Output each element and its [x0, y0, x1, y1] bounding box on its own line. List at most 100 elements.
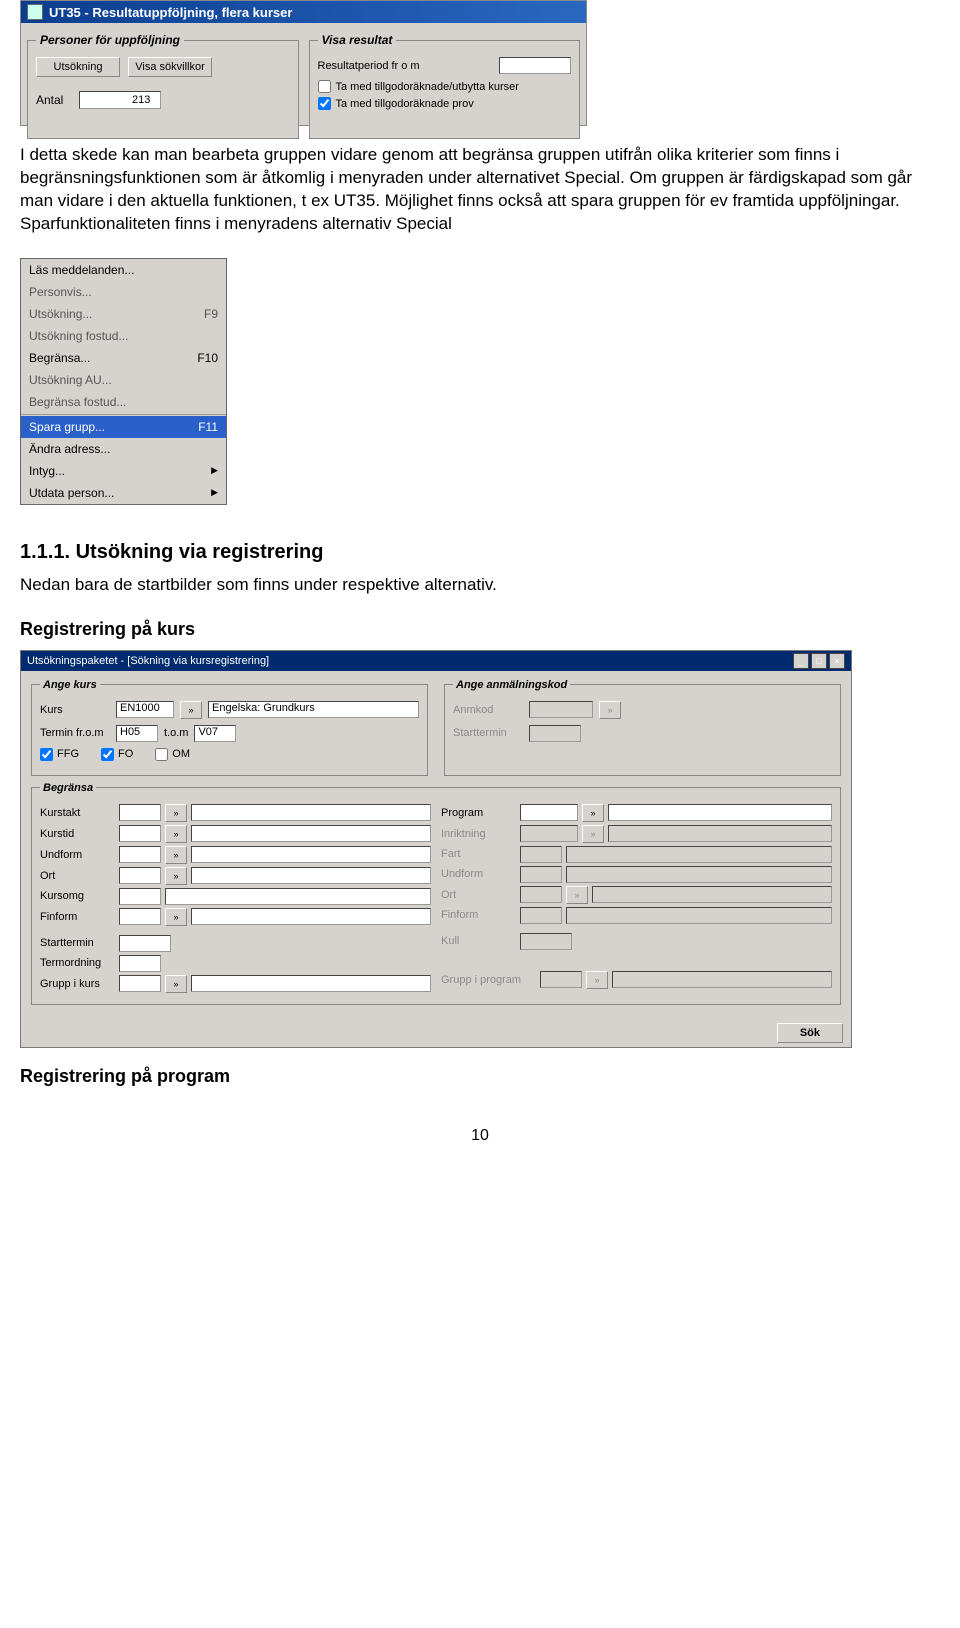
gruppiprogram-label: Grupp i program: [441, 974, 536, 986]
finform-display: [191, 908, 431, 925]
ffg-checkbox[interactable]: FFG: [40, 748, 79, 761]
lookup-button[interactable]: »: [165, 804, 187, 822]
menu-item: Personvis...: [21, 281, 226, 303]
finform2-display: [566, 907, 832, 924]
gruppikurs-display: [191, 975, 431, 992]
lookup-button[interactable]: »: [165, 867, 187, 885]
lookup-button: »: [586, 971, 608, 989]
lookup-button[interactable]: »: [165, 825, 187, 843]
program-display: [608, 804, 832, 821]
ange-kurs-fieldset: Ange kurs Kurs EN1000 » Engelska: Grundk…: [31, 679, 428, 776]
starttermin-label: Starttermin: [453, 727, 523, 739]
kurs-name-display: Engelska: Grundkurs: [208, 701, 419, 718]
undform-display: [191, 846, 431, 863]
minimize-icon[interactable]: _: [793, 653, 809, 669]
inriktning-label: Inriktning: [441, 828, 516, 840]
kurs-label: Kurs: [40, 704, 110, 716]
tillgodo-kurser-label: Ta med tillgodoräknade/utbytta kurser: [336, 81, 519, 93]
ange-anmalningskod-fieldset: Ange anmälningskod Anmkod » Starttermin: [444, 679, 841, 776]
sok-button[interactable]: Sök: [777, 1023, 843, 1043]
ort2-input: [520, 886, 562, 903]
visa-resultat-legend: Visa resultat: [318, 33, 397, 47]
antal-label: Antal: [36, 93, 63, 107]
menu-item: Utsökning fostud...: [21, 325, 226, 347]
window-title: UT35 - Resultatuppföljning, flera kurser: [49, 5, 292, 20]
kurstid-input[interactable]: [119, 825, 161, 842]
anmkod-lookup-button: »: [599, 701, 621, 719]
submenu-arrow-icon: ▶: [211, 465, 218, 476]
heading-regkurs: Registrering på kurs: [20, 619, 940, 640]
resultatperiod-input[interactable]: [499, 57, 571, 74]
fart-display: [566, 846, 832, 863]
close-icon[interactable]: ×: [829, 653, 845, 669]
inriktning-input: [520, 825, 578, 842]
tillgodo-prov-label: Ta med tillgodoräknade prov: [336, 98, 474, 110]
submenu-arrow-icon: ▶: [211, 487, 218, 498]
undform2-display: [566, 866, 832, 883]
program-input[interactable]: [520, 804, 578, 821]
inriktning-display: [608, 825, 832, 842]
finform-label: Finform: [40, 911, 115, 923]
resultatperiod-label: Resultatperiod fr o m: [318, 60, 500, 72]
visa-sokvillkor-button[interactable]: Visa sökvillkor: [128, 57, 212, 77]
maximize-icon[interactable]: □: [811, 653, 827, 669]
menu-item[interactable]: Begränsa...F10: [21, 347, 226, 369]
ort2-label: Ort: [441, 889, 516, 901]
tillgodo-kurser-checkbox[interactable]: [318, 80, 331, 93]
tillgodo-prov-checkbox[interactable]: [318, 97, 331, 110]
ort-input[interactable]: [119, 867, 161, 884]
termin-tom-label: t.o.m: [164, 727, 188, 739]
menu-item[interactable]: Ändra adress...: [21, 438, 226, 460]
menu-item: Utsökning AU...: [21, 369, 226, 391]
termordning-input[interactable]: [119, 955, 161, 972]
ange-anm-legend: Ange anmälningskod: [453, 679, 570, 691]
termin-from-label: Termin fr.o.m: [40, 727, 110, 739]
kurstid-display: [191, 825, 431, 842]
menu-item[interactable]: Intyg...▶: [21, 460, 226, 482]
antal-value: 213: [79, 91, 161, 109]
paragraph-1: I detta skede kan man bearbeta gruppen v…: [20, 144, 940, 236]
lookup-button[interactable]: »: [582, 804, 604, 822]
gruppikurs-label: Grupp i kurs: [40, 978, 115, 990]
heading-regprog: Registrering på program: [20, 1066, 940, 1087]
menu-item[interactable]: Utdata person...▶: [21, 482, 226, 504]
lookup-button[interactable]: »: [165, 846, 187, 864]
fo-checkbox[interactable]: FO: [101, 748, 133, 761]
menu-item: Utsökning...F9: [21, 303, 226, 325]
undform-input[interactable]: [119, 846, 161, 863]
kurstid-label: Kurstid: [40, 828, 115, 840]
menu-item: Begränsa fostud...: [21, 391, 226, 413]
ange-kurs-legend: Ange kurs: [40, 679, 100, 691]
finform2-label: Finform: [441, 909, 516, 921]
menu-item-spara-grupp[interactable]: Spara grupp...F11: [21, 416, 226, 438]
fart-label: Fart: [441, 848, 516, 860]
termin-from-input[interactable]: H05: [116, 725, 158, 742]
termin-tom-input[interactable]: V07: [194, 725, 236, 742]
ort-label: Ort: [40, 870, 115, 882]
program-label: Program: [441, 807, 516, 819]
utsokning-button[interactable]: Utsökning: [36, 57, 120, 77]
ut35-titlebar: UT35 - Resultatuppföljning, flera kurser: [21, 1, 586, 23]
begransa-legend: Begränsa: [40, 782, 96, 794]
lookup-button[interactable]: »: [165, 908, 187, 926]
app-icon: [27, 4, 43, 20]
om-checkbox[interactable]: OM: [155, 748, 190, 761]
kursomg-input[interactable]: [119, 888, 161, 905]
lookup-button[interactable]: »: [165, 975, 187, 993]
menu-item[interactable]: Läs meddelanden...: [21, 259, 226, 281]
kurstakt-label: Kurstakt: [40, 807, 115, 819]
termordning-label: Termordning: [40, 957, 115, 969]
kurstakt-input[interactable]: [119, 804, 161, 821]
lookup-button: »: [582, 825, 604, 843]
anmkod-input: [529, 701, 593, 718]
anmkod-label: Anmkod: [453, 704, 523, 716]
kull-label: Kull: [441, 935, 516, 947]
kurs-code-input[interactable]: EN1000: [116, 701, 174, 718]
gruppikurs-input[interactable]: [119, 975, 161, 992]
starttermin2-input[interactable]: [119, 935, 171, 952]
kursomg-label: Kursomg: [40, 890, 115, 902]
kurs-lookup-button[interactable]: »: [180, 701, 202, 719]
undform2-input: [520, 866, 562, 883]
finform-input[interactable]: [119, 908, 161, 925]
ut35-panel: UT35 - Resultatuppföljning, flera kurser…: [20, 0, 587, 126]
